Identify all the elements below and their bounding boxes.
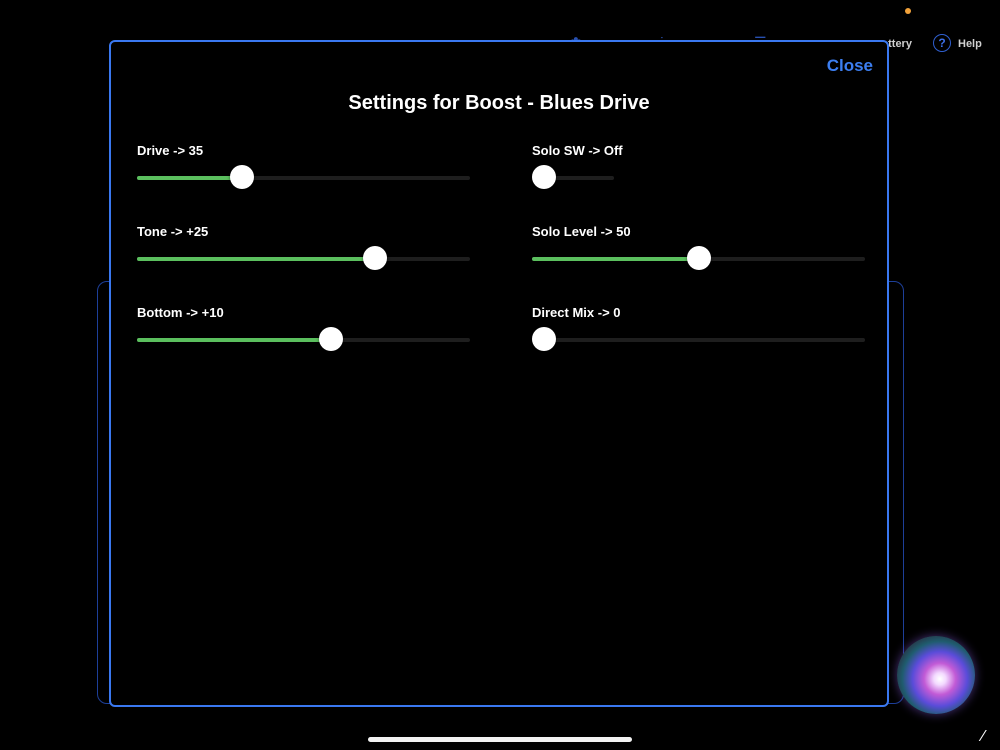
help-icon[interactable]: ?	[933, 34, 951, 52]
recording-indicator-dot	[905, 8, 911, 14]
param-label: Drive -> 35	[137, 143, 204, 158]
slider-thumb[interactable]	[362, 246, 387, 270]
solo-level-slider[interactable]	[532, 246, 865, 270]
siri-orb-icon[interactable]	[897, 636, 975, 714]
slider-thumb[interactable]	[532, 165, 556, 189]
drive-slider[interactable]	[137, 165, 470, 189]
slider-fill	[137, 176, 237, 180]
direct-mix-slider[interactable]	[532, 327, 865, 351]
help-label[interactable]: Help	[958, 38, 982, 50]
param-label: Solo SW -> Off	[532, 143, 623, 158]
settings-modal: Close Settings for Boost - Blues Drive D…	[109, 40, 889, 707]
pencil-icon[interactable]: ⁄	[982, 728, 985, 746]
slider-thumb[interactable]	[532, 327, 556, 351]
slider-thumb[interactable]	[686, 246, 711, 270]
param-label: Tone -> +25	[137, 224, 209, 239]
screen: ✿ ⫶ ☰ ▭ attery ? Help Close Settings for…	[0, 0, 1000, 750]
slider-fill	[137, 257, 381, 261]
modal-title: Settings for Boost - Blues Drive	[348, 92, 650, 114]
param-label: Direct Mix -> 0	[532, 305, 621, 320]
bottom-slider[interactable]	[137, 327, 470, 351]
slider-thumb[interactable]	[229, 165, 254, 189]
slider-fill	[532, 257, 699, 261]
param-label: Solo Level -> 50	[532, 224, 631, 239]
slider-thumb[interactable]	[319, 327, 344, 351]
param-label: Bottom -> +10	[137, 305, 224, 320]
slider-fill	[137, 338, 334, 342]
close-button[interactable]: Close	[827, 56, 873, 76]
tone-slider[interactable]	[137, 246, 470, 270]
solo-sw-slider[interactable]	[532, 165, 614, 189]
home-indicator[interactable]	[368, 737, 632, 742]
slider-track	[532, 338, 865, 342]
